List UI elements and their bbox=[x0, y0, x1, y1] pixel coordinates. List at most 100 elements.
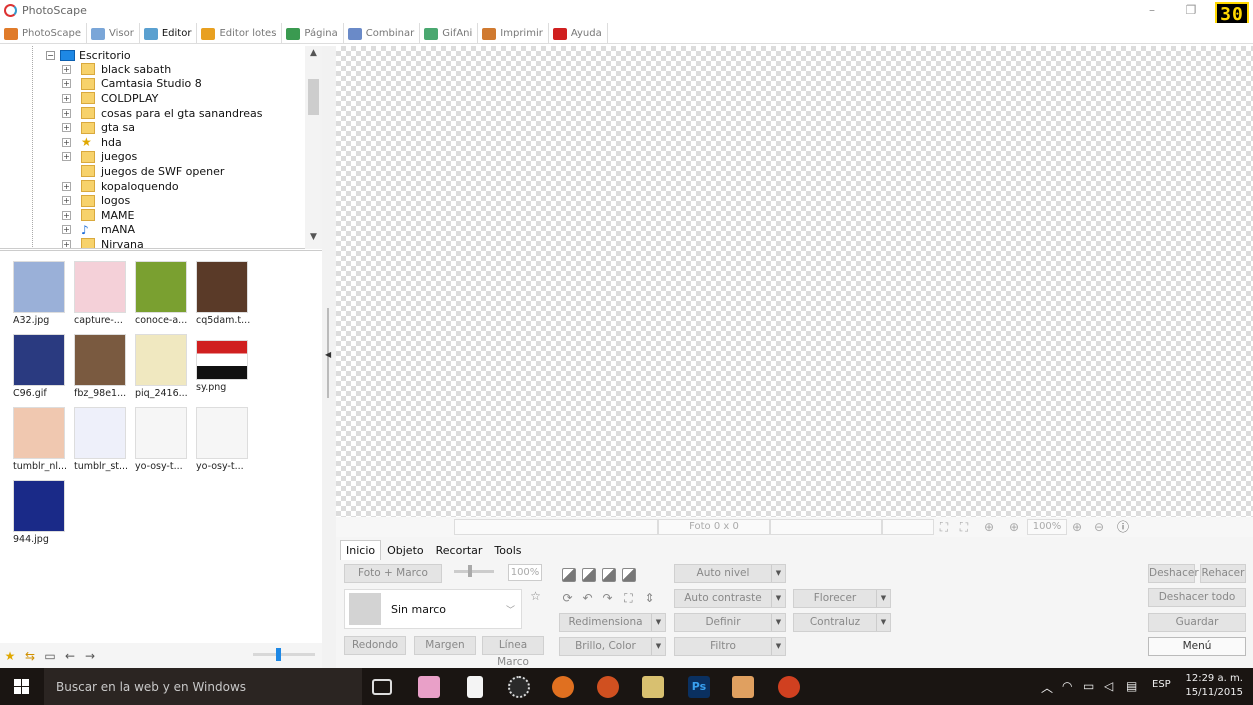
slider-knob[interactable] bbox=[276, 648, 281, 661]
tree-folder-item[interactable]: + gta sa bbox=[62, 120, 262, 135]
thumbnail-item[interactable]: yo-osy-t... bbox=[196, 407, 254, 472]
thumbnail-item[interactable]: conoce-a... bbox=[135, 261, 193, 326]
undo-button[interactable]: Deshacer bbox=[1148, 564, 1199, 583]
thumbnail-item[interactable]: sy.png bbox=[196, 334, 254, 393]
actual-size-icon[interactable]: ⛶ bbox=[956, 519, 972, 535]
tree-folder-item[interactable]: + ♪ mANA bbox=[62, 223, 262, 238]
tab-página[interactable]: Página bbox=[282, 23, 344, 44]
tree-folder-item[interactable]: juegos de SWF opener bbox=[62, 164, 262, 179]
collapse-icon[interactable]: − bbox=[46, 50, 55, 60]
redo-button[interactable]: Rehacer bbox=[1200, 564, 1246, 583]
undo-all-button[interactable]: Deshacer todo bbox=[1148, 588, 1246, 607]
tray-clock[interactable]: 12:29 a. m. 15/11/2015 bbox=[1185, 672, 1243, 700]
frame-percent-input[interactable]: 100% bbox=[508, 564, 542, 581]
save-button[interactable]: Guardar bbox=[1148, 613, 1246, 632]
windows-start-icon[interactable] bbox=[14, 679, 30, 695]
perspective-icon[interactable]: ⇕ bbox=[642, 591, 657, 606]
back-arrow-icon[interactable]: ← bbox=[60, 649, 80, 663]
expand-icon[interactable]: + bbox=[62, 64, 71, 74]
folder-tree[interactable]: − Escritorio + black sabath + Camtasia Stud… bbox=[0, 46, 322, 249]
tree-folder-item[interactable]: + logos bbox=[62, 193, 262, 208]
tree-folder-item[interactable]: + MAME bbox=[62, 208, 262, 223]
frame-percent-slider[interactable] bbox=[454, 570, 494, 573]
tree-folder-item[interactable]: + Camtasia Studio 8 bbox=[62, 77, 262, 92]
margin-button[interactable]: Margen bbox=[414, 636, 476, 655]
thumbnail-item[interactable]: tumblr_nl... bbox=[13, 407, 71, 472]
tray-volume-icon[interactable]: ◁ bbox=[1104, 679, 1113, 693]
collapse-left-icon[interactable]: ◀ bbox=[325, 350, 331, 359]
photo-frame-button[interactable]: Foto + Marco bbox=[344, 564, 442, 583]
expand-icon[interactable]: + bbox=[62, 210, 71, 220]
scroll-thumb[interactable] bbox=[308, 79, 319, 115]
auto-contrast-button[interactable]: Auto contraste bbox=[674, 589, 786, 608]
tree-root-desktop[interactable]: − Escritorio bbox=[46, 48, 131, 62]
minimize-icon[interactable]: – bbox=[1144, 3, 1160, 17]
tab-ayuda[interactable]: Ayuda bbox=[549, 23, 608, 44]
thumbnail-size-slider[interactable] bbox=[253, 648, 315, 661]
filter-button[interactable]: Filtro bbox=[674, 637, 786, 656]
thumbnail-item[interactable]: capture-... bbox=[74, 261, 132, 326]
fit-icon[interactable]: ⛶ bbox=[936, 519, 952, 535]
expand-icon[interactable]: + bbox=[62, 93, 71, 103]
thumbnail-item[interactable]: yo-osy-t... bbox=[135, 407, 193, 472]
tab-gifani[interactable]: GifAni bbox=[420, 23, 479, 44]
thumbnail-item[interactable]: fbz_98e1... bbox=[74, 334, 132, 399]
favorite-swap-icon[interactable]: ⇆ bbox=[20, 649, 40, 663]
tab-imprimir[interactable]: Imprimir bbox=[478, 23, 549, 44]
flip-vertical-icon[interactable] bbox=[622, 568, 636, 582]
rounded-button[interactable]: Redondo bbox=[344, 636, 406, 655]
frame-favorite-icon[interactable]: ☆ bbox=[528, 589, 543, 604]
expand-icon[interactable]: + bbox=[62, 225, 71, 235]
frame-select[interactable]: Sin marco ﹀ bbox=[344, 589, 522, 629]
taskbar-app-hand-icon[interactable] bbox=[597, 676, 619, 698]
expand-icon[interactable] bbox=[62, 166, 71, 176]
panel-splitter[interactable]: ◀ bbox=[322, 46, 336, 668]
redo-rotate-icon[interactable]: ↷ bbox=[600, 591, 615, 606]
taskbar-app-loading-icon[interactable] bbox=[508, 676, 530, 698]
rotate-left-icon[interactable] bbox=[562, 568, 576, 582]
auto-level-button[interactable]: Auto nivel bbox=[674, 564, 786, 583]
subtab-recortar[interactable]: Recortar bbox=[430, 540, 489, 560]
tab-photoscape[interactable]: PhotoScape bbox=[0, 23, 87, 44]
expand-icon[interactable]: + bbox=[62, 108, 71, 118]
expand-icon[interactable]: + bbox=[62, 196, 71, 206]
favorite-star-icon[interactable]: ★ bbox=[0, 649, 20, 663]
tray-notification-icon[interactable]: ▤ bbox=[1126, 679, 1137, 693]
taskbar-app-firefox-icon[interactable] bbox=[552, 676, 574, 698]
tree-folder-item[interactable]: + cosas para el gta sanandreas bbox=[62, 106, 262, 121]
tree-folder-item[interactable]: + kopaloquendo bbox=[62, 179, 262, 194]
tab-editor-lotes[interactable]: Editor lotes bbox=[197, 23, 283, 44]
editor-canvas[interactable] bbox=[336, 46, 1253, 517]
restore-icon[interactable]: ❐ bbox=[1183, 3, 1199, 17]
zoom-out-icon[interactable]: ⊖ bbox=[1091, 519, 1107, 535]
tray-language[interactable]: ESP bbox=[1152, 679, 1171, 690]
tray-wifi-icon[interactable]: ◠ bbox=[1062, 679, 1072, 693]
expand-icon[interactable]: + bbox=[62, 79, 71, 89]
tab-combinar[interactable]: Combinar bbox=[344, 23, 421, 44]
flip-horizontal-icon[interactable] bbox=[602, 568, 616, 582]
expand-icon[interactable]: + bbox=[62, 239, 71, 248]
taskbar-app-photoscape-icon[interactable] bbox=[732, 676, 754, 698]
taskbar-app-folder-icon[interactable] bbox=[642, 676, 664, 698]
scroll-up-icon[interactable]: ▲ bbox=[305, 48, 322, 62]
tree-scrollbar[interactable]: ▲ ▼ bbox=[305, 46, 322, 249]
tab-editor[interactable]: Editor bbox=[140, 23, 198, 44]
thumbnail-item[interactable]: tumblr_st... bbox=[74, 407, 132, 472]
tab-visor[interactable]: Visor bbox=[87, 23, 140, 44]
zoom-in-icon[interactable]: ⊕ bbox=[1069, 519, 1085, 535]
thumbnail-item[interactable]: A32.jpg bbox=[13, 261, 71, 326]
open-folder-icon[interactable]: ▭ bbox=[40, 649, 60, 663]
tree-folder-item[interactable]: + Nirvana bbox=[62, 237, 262, 248]
expand-icon[interactable]: + bbox=[62, 137, 71, 147]
subtab-objeto[interactable]: Objeto bbox=[381, 540, 430, 560]
resize-button[interactable]: Redimensiona bbox=[559, 613, 666, 632]
forward-arrow-icon[interactable]: → bbox=[80, 649, 100, 663]
expand-icon[interactable]: + bbox=[62, 123, 71, 133]
task-view-icon[interactable] bbox=[372, 679, 392, 695]
rotate-free-icon[interactable]: ⟳ bbox=[560, 591, 575, 606]
frame-slider-knob[interactable] bbox=[468, 565, 472, 577]
tray-chevron-up-icon[interactable]: ︿ bbox=[1041, 679, 1053, 696]
menu-button[interactable]: Menú bbox=[1148, 637, 1246, 656]
subtab-inicio[interactable]: Inicio bbox=[340, 540, 382, 560]
tray-battery-icon[interactable]: ▭ bbox=[1083, 679, 1094, 693]
